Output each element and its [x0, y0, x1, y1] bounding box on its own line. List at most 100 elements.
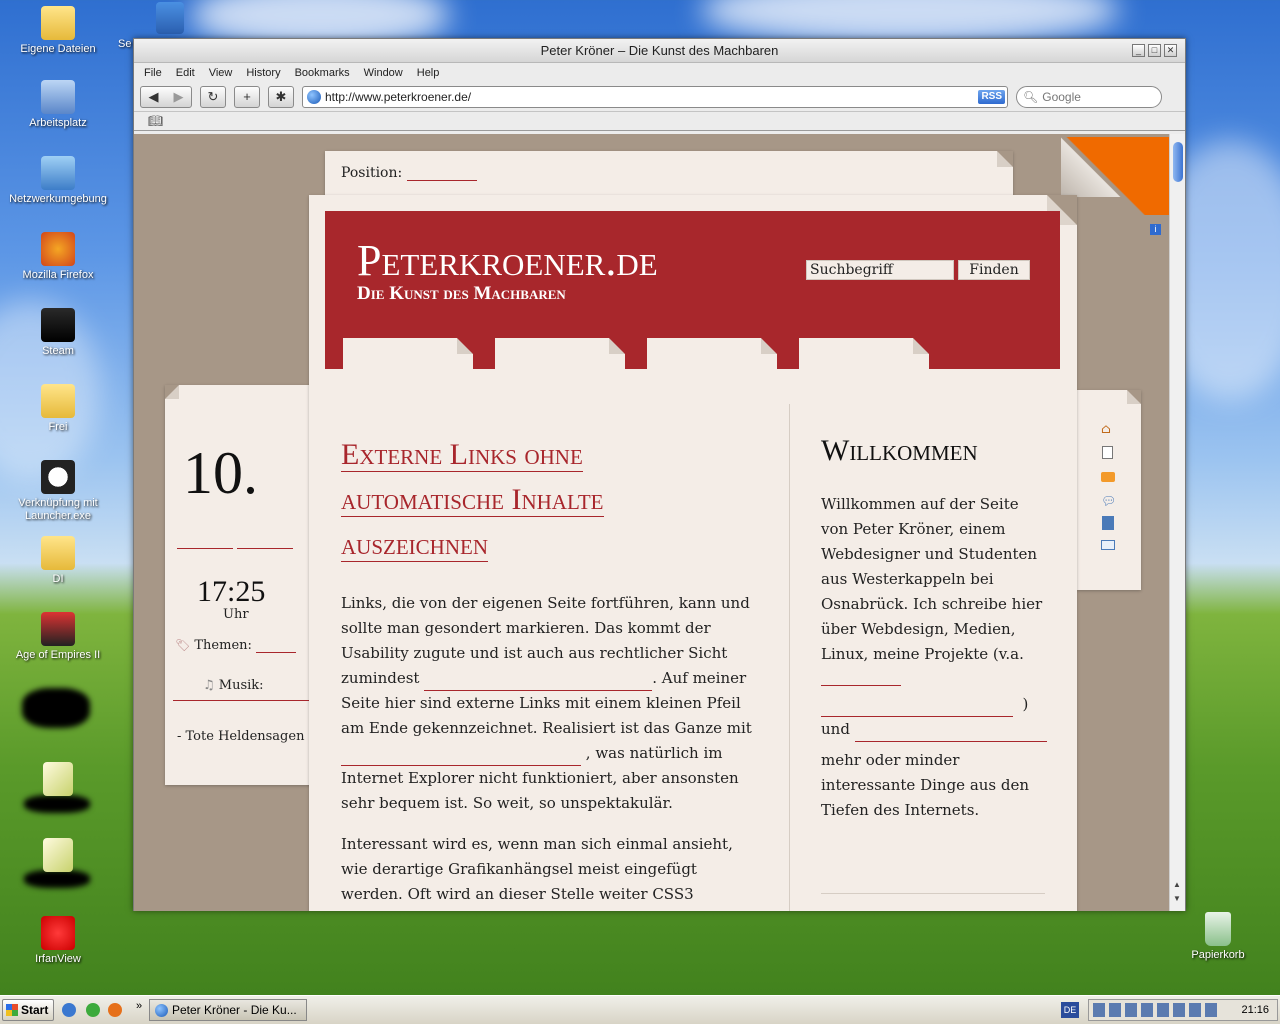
welcome-text-part: und	[821, 720, 850, 738]
home-icon[interactable]: ⌂	[1101, 422, 1111, 437]
book-icon[interactable]: 📖︎	[148, 114, 163, 128]
site-search-input[interactable]: Suchbegriff	[806, 260, 954, 280]
start-label: Start	[21, 1003, 49, 1017]
musik-item: - Tote Heldensagen	[177, 729, 305, 744]
browser-window[interactable]: Peter Kröner – Die Kunst des Machbaren _…	[133, 38, 1186, 911]
quicklaunch-firefox-icon[interactable]	[108, 1003, 122, 1017]
menu-file[interactable]: File	[137, 67, 169, 79]
clock[interactable]: 21:16	[1241, 1000, 1269, 1020]
scrollbar-thumb[interactable]	[1173, 142, 1183, 182]
welcome-text-part: Willkommen auf der Seite von Peter Kröne…	[821, 495, 1043, 663]
desktop-icon-frei[interactable]: Frei	[6, 384, 110, 434]
desktop-icon-recycle-bin[interactable]: Papierkorb	[1166, 912, 1270, 962]
mail-icon[interactable]	[1101, 540, 1115, 550]
site-header: Peterkroener.de Die Kunst des Machbaren …	[325, 211, 1060, 369]
article-paragraph: Links, die von der eigenen Seite fortfüh…	[341, 591, 753, 816]
desktop-icon-psd-2[interactable]	[6, 838, 110, 875]
bug-button[interactable]: ✱	[268, 86, 294, 108]
start-button[interactable]: Start	[2, 999, 54, 1021]
back-forward-button[interactable]: ◀ ▶	[140, 86, 192, 108]
vertical-scrollbar[interactable]: ▲ ▼	[1169, 134, 1185, 911]
article-title-line: auszeichnen	[341, 528, 488, 562]
column-divider	[789, 404, 790, 911]
position-link[interactable]	[406, 180, 477, 181]
tray-icons[interactable]	[1093, 1003, 1221, 1017]
menu-window[interactable]: Window	[357, 67, 410, 79]
site-subtitle: Die Kunst des Machbaren	[357, 283, 566, 304]
firefox-icon	[41, 232, 75, 266]
article-link[interactable]	[424, 690, 653, 691]
feed-book-icon[interactable]	[1102, 516, 1114, 530]
welcome-link[interactable]	[821, 716, 1013, 717]
desktop-icon-steam[interactable]: Steam	[6, 308, 110, 358]
quicklaunch-ie-icon[interactable]	[62, 1003, 76, 1017]
installer-icon	[156, 2, 184, 34]
back-icon[interactable]: ◀	[149, 87, 159, 107]
welcome-link[interactable]	[821, 685, 901, 686]
desktop-icon-label: Eigene Dateien	[20, 43, 96, 55]
url-bar[interactable]: http://www.peterkroener.de/ RSS	[302, 86, 1008, 108]
article-title[interactable]: Externe Links ohne automatische Inhalte …	[341, 432, 753, 567]
menu-bookmarks[interactable]: Bookmarks	[288, 67, 357, 79]
folder-shortcut-icon	[41, 384, 75, 418]
psd-file-icon	[43, 838, 73, 872]
desktop-icon-eigene-dateien[interactable]: Eigene Dateien	[6, 6, 110, 56]
quicklaunch-more-icon[interactable]: »	[136, 1000, 142, 1012]
desktop-icon-arbeitsplatz[interactable]: Arbeitsplatz	[6, 80, 110, 130]
themen-link[interactable]	[256, 652, 297, 653]
maximize-icon[interactable]: □	[1148, 44, 1161, 57]
nav-tab-1[interactable]	[343, 338, 473, 369]
new-page-icon[interactable]	[1102, 446, 1113, 459]
window-titlebar[interactable]: Peter Kröner – Die Kunst des Machbaren _…	[134, 39, 1185, 63]
tag-icon: 🏷︎	[175, 638, 191, 652]
rss-feed-icon[interactable]	[1101, 472, 1115, 482]
comments-icon[interactable]: 💬︎	[1101, 494, 1116, 508]
reload-button[interactable]: ↻	[200, 86, 226, 108]
scroll-down-icon[interactable]: ▼	[1173, 894, 1181, 903]
nav-tab-2[interactable]	[495, 338, 625, 369]
welcome-link[interactable]	[854, 741, 1047, 742]
menu-history[interactable]: History	[239, 67, 287, 79]
forward-icon[interactable]: ▶	[174, 87, 184, 107]
desktop-icon-verkn-pfung-mit-launcher-exe[interactable]: Verknüpfung mit Launcher.exe	[6, 460, 110, 523]
date-month-link[interactable]	[177, 548, 233, 549]
nav-tab-3[interactable]	[647, 338, 777, 369]
search-placeholder: Google	[1042, 90, 1081, 104]
close-icon[interactable]: ✕	[1164, 44, 1177, 57]
minimize-icon[interactable]: _	[1132, 44, 1145, 57]
date-day: 10.	[183, 440, 258, 506]
rss-icon[interactable]: RSS	[978, 90, 1005, 104]
desktop-icon-mozilla-firefox[interactable]: Mozilla Firefox	[6, 232, 110, 282]
desktop-icon-age-of-empires-ii[interactable]: Age of Empires II	[6, 612, 110, 662]
article-paragraph: Interessant wird es, wenn man sich einma…	[341, 835, 733, 911]
desktop-icon-netzwerkumgebung[interactable]: Netzwerkumgebung	[6, 156, 110, 206]
menu-view[interactable]: View	[202, 67, 240, 79]
site-title[interactable]: Peterkroener.de	[357, 239, 658, 283]
article-link[interactable]	[341, 765, 581, 766]
bug-icon: ✱	[275, 89, 287, 104]
desktop-icon-irfanview[interactable]: IrfanView	[6, 916, 110, 966]
nav-tab-4[interactable]	[799, 338, 929, 369]
icon-strip: ⌂ 💬︎	[1077, 390, 1141, 590]
article-text: Internet Explorer nicht funktioniert, ab…	[341, 769, 739, 812]
menu-help[interactable]: Help	[410, 67, 447, 79]
article: Externe Links ohne automatische Inhalte …	[341, 432, 753, 911]
musik-link[interactable]	[173, 700, 327, 701]
article-text: . Auf meiner	[652, 669, 747, 687]
reload-icon: ↻	[207, 89, 219, 104]
taskbar-task-browser[interactable]: Peter Kröner - Die Ku...	[149, 999, 307, 1021]
desktop-icon-se-installer[interactable]	[140, 2, 200, 37]
desktop-icon-psd-1[interactable]	[6, 762, 110, 799]
desktop-icon-label: Age of Empires II	[15, 649, 101, 661]
scroll-up-icon[interactable]: ▲	[1173, 880, 1181, 889]
quicklaunch-green-icon[interactable]	[86, 1003, 100, 1017]
menu-edit[interactable]: Edit	[169, 67, 202, 79]
add-bookmark-button[interactable]: +	[234, 86, 260, 108]
date-year-link[interactable]	[236, 548, 293, 549]
left-info-panel: 10. 17:25 Uhr 🏷︎ Themen: ♫ Musik: - Tote…	[165, 385, 327, 785]
google-search-field[interactable]: 🔍︎ Google	[1016, 86, 1162, 108]
info-icon[interactable]: i	[1150, 224, 1161, 235]
site-search-button[interactable]: Finden	[958, 260, 1030, 280]
desktop-icon-di[interactable]: DI	[6, 536, 110, 586]
language-indicator[interactable]: DE	[1061, 1002, 1079, 1018]
